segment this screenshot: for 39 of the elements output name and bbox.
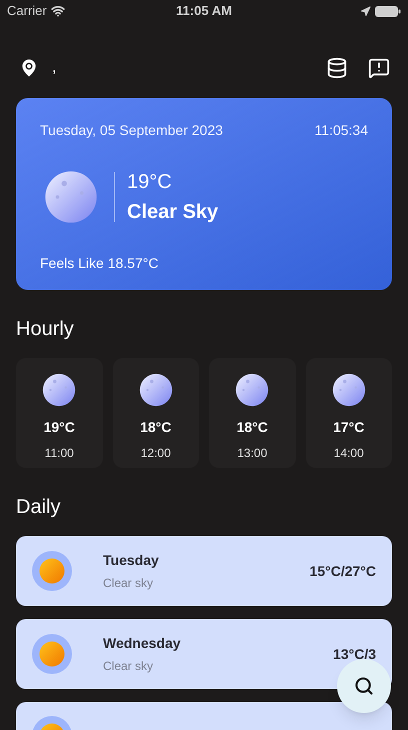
wifi-icon (50, 4, 65, 18)
hourly-temperature: 18°C (140, 418, 172, 437)
moon-icon (332, 373, 366, 407)
hourly-heading: Hourly (15, 317, 75, 342)
search-icon (354, 676, 374, 696)
hourly-time: 13:00 (237, 445, 268, 462)
hourly-temperature: 17°C (333, 418, 364, 437)
daily-card[interactable]: Tuesday Clear sky 15°C/27°C (16, 536, 392, 606)
hourly-temperature: 18°C (236, 418, 268, 437)
moon-icon (42, 373, 76, 407)
hourly-time: 12:00 (140, 445, 171, 462)
daily-heading: Daily (15, 495, 62, 520)
hourly-temperature: 19°C (44, 418, 75, 437)
clock-label: 11:05:34 (314, 121, 368, 140)
feedback-icon[interactable] (368, 57, 390, 79)
condition-label: Clear Sky (127, 200, 218, 225)
hourly-time: 14:00 (334, 445, 364, 462)
moon-icon (235, 373, 270, 407)
daily-condition: Clear sky (103, 575, 154, 592)
feels-like-label: Feels Like 18.57°C (40, 254, 160, 273)
location-label: , (52, 58, 56, 78)
moon-icon (44, 170, 98, 224)
status-time: 11:05 AM (176, 2, 232, 20)
carrier-label: Carrier (7, 2, 47, 20)
sun-icon (32, 634, 72, 674)
moon-icon (138, 373, 173, 407)
location-arrow-icon (360, 6, 371, 16)
sun-icon (32, 551, 72, 591)
day-label: Wednesday (103, 634, 181, 653)
day-label: Tuesday (103, 551, 159, 570)
battery-icon (374, 6, 401, 16)
database-icon[interactable] (326, 57, 348, 79)
daily-card[interactable]: Wednesday Clear sky 13°C/3 (16, 619, 392, 689)
temperature-range: 13°C/3 (333, 644, 376, 664)
temperature-range: 15°C/27°C (310, 562, 376, 580)
daily-condition: Clear sky (103, 658, 154, 675)
temperature-label: 19°C (127, 170, 173, 195)
hourly-time: 11:00 (44, 445, 74, 462)
date-label: Tuesday, 05 September 2023 (40, 121, 223, 140)
